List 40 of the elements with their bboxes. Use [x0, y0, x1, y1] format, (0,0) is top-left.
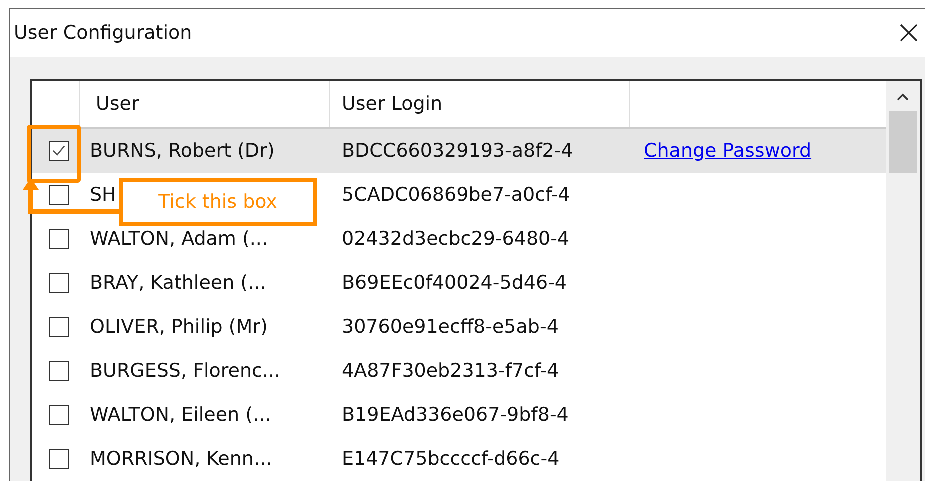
checkbox[interactable]	[49, 141, 69, 161]
scrollbar[interactable]	[886, 81, 920, 481]
user-login: B69EEc0f40024-5d46-4	[342, 272, 568, 294]
user-login: BDCC660329193-a8f2-4	[342, 140, 574, 162]
user-login: 30760e91ecff8-e5ab-4	[342, 316, 559, 338]
callout-tooltip: Tick this box	[119, 178, 317, 226]
change-password-link[interactable]: Change Password	[644, 140, 812, 162]
checkbox[interactable]	[49, 405, 69, 425]
column-header[interactable]: User	[80, 81, 330, 127]
user-login: B19EAd336e067-9bf8-4	[342, 404, 569, 426]
scroll-thumb[interactable]	[889, 111, 917, 173]
user-name: MORRISON, Kenn...	[90, 448, 272, 470]
scroll-up-icon[interactable]	[897, 93, 909, 101]
checkbox[interactable]	[49, 229, 69, 249]
column-header[interactable]: User Login	[330, 81, 630, 127]
user-name: OLIVER, Philip (Mr)	[90, 316, 268, 338]
user-login: 02432d3ecbc29-6480-4	[342, 228, 570, 250]
user-login: 4A87F30eb2313-f7cf-4	[342, 360, 560, 382]
window-title: User Configuration	[14, 22, 192, 44]
user-name: SH	[90, 184, 116, 206]
table-row[interactable]: WALTON, Eileen (... B19EAd336e067-9bf8-4	[32, 393, 886, 437]
user-name: BURGESS, Florenc...	[90, 360, 281, 382]
user-login: E147C75bccccf-d66c-4	[342, 448, 560, 470]
checkbox[interactable]	[49, 273, 69, 293]
user-name: BRAY, Kathleen (...	[90, 272, 266, 294]
highlight-frame	[27, 125, 81, 183]
table-row[interactable]: MORRISON, Kenn... E147C75bccccf-d66c-4	[32, 437, 886, 481]
user-name: BURNS, Robert (Dr)	[90, 140, 275, 162]
user-name: WALTON, Eileen (...	[90, 404, 272, 426]
table-row[interactable]: BRAY, Kathleen (... B69EEc0f40024-5d46-4	[32, 261, 886, 305]
table-row[interactable]: BURGESS, Florenc... 4A87F30eb2313-f7cf-4	[32, 349, 886, 393]
checkbox[interactable]	[49, 361, 69, 381]
checkbox[interactable]	[49, 317, 69, 337]
close-icon[interactable]	[899, 23, 919, 43]
checkbox[interactable]	[49, 185, 69, 205]
selected-row[interactable]: BURNS, Robert (Dr) BDCC660329193-a8f2-4 Change Password	[32, 129, 886, 173]
user-name: WALTON, Adam (...	[90, 228, 268, 250]
user-login: 5CADC06869be7-a0cf-4	[342, 184, 570, 206]
table-row[interactable]: OLIVER, Philip (Mr) 30760e91ecff8-e5ab-4	[32, 305, 886, 349]
checkbox[interactable]	[49, 449, 69, 469]
